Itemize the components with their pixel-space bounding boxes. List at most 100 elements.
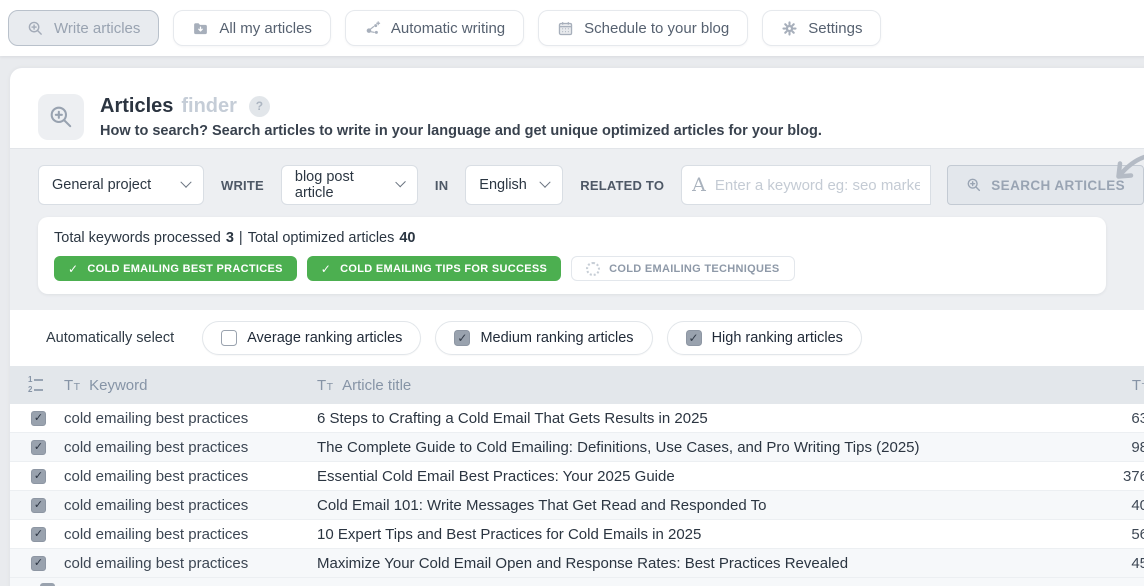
magnifier-plus-icon bbox=[27, 20, 44, 37]
filter-medium-ranking[interactable]: ✓ Medium ranking articles bbox=[435, 321, 652, 355]
row-checkbox-checked[interactable]: ✓ bbox=[31, 527, 46, 542]
column-header-keyword[interactable]: TT Keyword bbox=[64, 377, 317, 394]
checkbox-checked[interactable]: ✓ bbox=[686, 330, 702, 346]
text-type-icon: TT bbox=[64, 377, 80, 394]
row-checkbox-checked[interactable]: ✓ bbox=[31, 469, 46, 484]
search-button-label: SEARCH ARTICLES bbox=[991, 178, 1125, 193]
checkbox-unchecked[interactable]: ✓ bbox=[221, 330, 237, 346]
filter-label: High ranking articles bbox=[712, 330, 843, 346]
table-row[interactable]: ✓ cold emailing best practices 6 Steps t… bbox=[10, 404, 1144, 433]
article-type-select[interactable]: blog post article bbox=[281, 165, 418, 205]
folder-icon bbox=[192, 20, 209, 37]
keyword-badges-row: ✓ COLD EMAILING BEST PRACTICES ✓ COLD EM… bbox=[54, 256, 1090, 281]
row-keyword: cold emailing best practices bbox=[64, 439, 317, 456]
keyword-badge-done[interactable]: ✓ COLD EMAILING BEST PRACTICES bbox=[54, 256, 297, 281]
check-icon: ✓ bbox=[321, 262, 331, 276]
spinner-icon bbox=[586, 262, 600, 276]
tab-label: Automatic writing bbox=[391, 20, 505, 37]
numbered-list-icon[interactable]: 1 2 bbox=[28, 376, 43, 394]
row-keyword: cold emailing best practices bbox=[64, 497, 317, 514]
in-label: IN bbox=[435, 178, 448, 193]
table-row[interactable]: ✓ cold emailing best practices Cold Emai… bbox=[10, 491, 1144, 520]
row-keyword: cold emailing best practices bbox=[64, 468, 317, 485]
finder-subtitle: How to search? Search articles to write … bbox=[100, 123, 822, 139]
row-article-title: 10 Expert Tips and Best Practices for Co… bbox=[317, 526, 1010, 543]
tab-label: All my articles bbox=[219, 20, 312, 37]
tab-write-articles[interactable]: Write articles bbox=[8, 10, 159, 46]
page-title-secondary: finder bbox=[181, 95, 237, 118]
results-summary-card: Total keywords processed 3 | Total optim… bbox=[38, 217, 1106, 294]
project-select[interactable]: General project bbox=[38, 165, 204, 205]
column-header-metric[interactable]: TT bbox=[1010, 377, 1144, 394]
table-row[interactable]: ✓ cold emailing best practices The Compl… bbox=[10, 433, 1144, 462]
finder-header: Articles finder ? How to search? Search … bbox=[10, 68, 1144, 148]
row-article-title: Maximize Your Cold Email Open and Respon… bbox=[317, 555, 1010, 572]
tab-automatic-writing[interactable]: Automatic writing bbox=[345, 10, 524, 46]
table-row[interactable]: ✓ cold emailing best practices 10 Expert… bbox=[10, 520, 1144, 549]
totals-line: Total keywords processed 3 | Total optim… bbox=[54, 230, 1090, 246]
magnifier-plus-icon bbox=[966, 177, 982, 193]
filter-average-ranking[interactable]: ✓ Average ranking articles bbox=[202, 321, 421, 355]
optimized-label: Total optimized articles bbox=[248, 230, 395, 246]
keyword-badge-done[interactable]: ✓ COLD EMAILING TIPS FOR SUCCESS bbox=[307, 256, 561, 281]
chevron-down-icon bbox=[180, 177, 191, 188]
row-metric: 98 bbox=[1010, 439, 1144, 456]
text-type-icon: TT bbox=[317, 377, 333, 394]
filter-label: Average ranking articles bbox=[247, 330, 402, 346]
gear-icon bbox=[781, 20, 798, 37]
row-metric: 56 bbox=[1010, 526, 1144, 543]
processed-count: 3 bbox=[226, 230, 234, 246]
optimized-count: 40 bbox=[399, 230, 415, 246]
table-row[interactable]: ✓ cold emailing best practices Essential… bbox=[10, 462, 1144, 491]
table-row-partial[interactable] bbox=[10, 578, 1144, 586]
calendar-icon bbox=[557, 20, 574, 37]
table-row[interactable]: ✓ cold emailing best practices Maximize … bbox=[10, 549, 1144, 578]
keyword-input[interactable] bbox=[715, 177, 920, 194]
check-icon: ✓ bbox=[68, 262, 78, 276]
row-metric: 63 bbox=[1010, 410, 1144, 427]
search-controls-section: General project WRITE blog post article … bbox=[10, 148, 1144, 310]
tab-label: Settings bbox=[808, 20, 862, 37]
row-article-title: 6 Steps to Crafting a Cold Email That Ge… bbox=[317, 410, 1010, 427]
row-checkbox-checked[interactable]: ✓ bbox=[31, 411, 46, 426]
checkbox-checked[interactable]: ✓ bbox=[454, 330, 470, 346]
separator: | bbox=[239, 230, 243, 246]
magnifier-plus-icon bbox=[38, 94, 84, 140]
row-keyword: cold emailing best practices bbox=[64, 555, 317, 572]
automatic-writing-icon bbox=[364, 20, 381, 37]
top-navigation-bar: Write articles All my articles Automatic… bbox=[0, 0, 1144, 56]
keyword-badge-pending[interactable]: COLD EMAILING TECHNIQUES bbox=[571, 256, 794, 281]
text-a-icon: A bbox=[692, 174, 706, 196]
filter-label: Medium ranking articles bbox=[480, 330, 633, 346]
project-select-value: General project bbox=[52, 177, 151, 193]
articles-finder-panel: Articles finder ? How to search? Search … bbox=[10, 68, 1144, 586]
keyword-badge-label: COLD EMAILING BEST PRACTICES bbox=[87, 263, 282, 275]
row-checkbox-checked[interactable]: ✓ bbox=[31, 498, 46, 513]
write-label: WRITE bbox=[221, 178, 264, 193]
row-article-title: Essential Cold Email Best Practices: You… bbox=[317, 468, 1010, 485]
table-header: 1 2 TT Keyword TT Article title TT bbox=[10, 366, 1144, 404]
text-type-icon: TT bbox=[1132, 377, 1144, 394]
row-checkbox-checked[interactable]: ✓ bbox=[31, 440, 46, 455]
column-header-article-title[interactable]: TT Article title bbox=[317, 377, 1010, 394]
chevron-down-icon bbox=[540, 177, 551, 188]
language-select[interactable]: English bbox=[465, 165, 563, 205]
keyword-input-wrap: A bbox=[681, 165, 931, 205]
tab-label: Write articles bbox=[54, 20, 140, 37]
tab-schedule-to-blog[interactable]: Schedule to your blog bbox=[538, 10, 748, 46]
tab-label: Schedule to your blog bbox=[584, 20, 729, 37]
keyword-badge-label: COLD EMAILING TECHNIQUES bbox=[609, 263, 779, 275]
row-checkbox-checked[interactable]: ✓ bbox=[31, 556, 46, 571]
row-metric: 45 bbox=[1010, 555, 1144, 572]
help-icon[interactable]: ? bbox=[249, 96, 270, 117]
processed-label: Total keywords processed bbox=[54, 230, 221, 246]
hand-drawn-arrow-icon bbox=[1110, 149, 1144, 196]
keyword-badge-label: COLD EMAILING TIPS FOR SUCCESS bbox=[340, 263, 547, 275]
articles-table: 1 2 TT Keyword TT Article title TT ✓ col… bbox=[10, 366, 1144, 586]
filter-high-ranking[interactable]: ✓ High ranking articles bbox=[667, 321, 862, 355]
tab-settings[interactable]: Settings bbox=[762, 10, 881, 46]
article-type-select-value: blog post article bbox=[295, 169, 387, 201]
row-keyword: cold emailing best practices bbox=[64, 526, 317, 543]
language-select-value: English bbox=[479, 177, 527, 193]
tab-all-my-articles[interactable]: All my articles bbox=[173, 10, 331, 46]
